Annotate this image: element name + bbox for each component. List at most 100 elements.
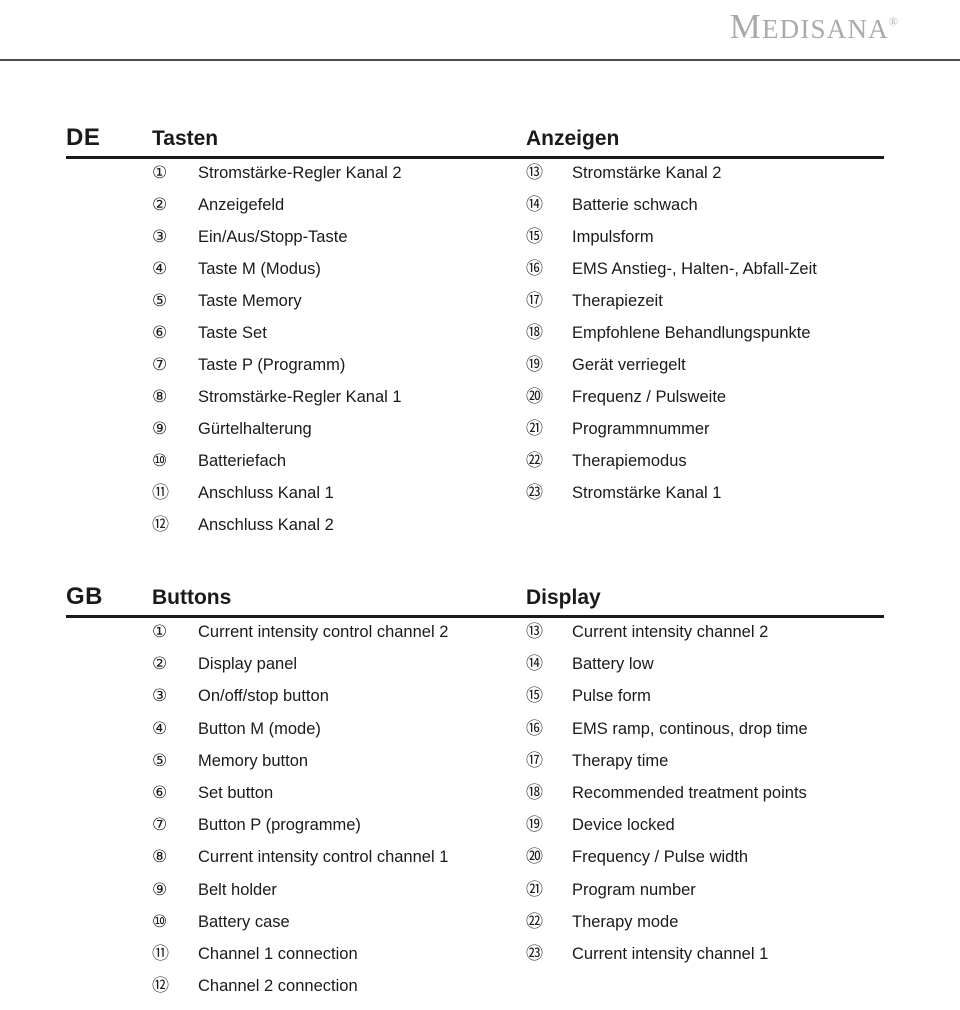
section-header-de: DE Tasten Anzeigen (0, 126, 960, 159)
legend-item-number: ⑲ (526, 815, 543, 836)
language-section-gb: GB Buttons Display ① Current intensity co… (0, 585, 960, 995)
legend-item-number: ⑬ (526, 163, 543, 183)
legend-item-label: On/off/stop button (198, 687, 329, 706)
legend-item-number: ⑱ (526, 323, 543, 343)
legend-item-number: ⑮ (526, 227, 543, 247)
legend-item-number: ② (152, 195, 168, 215)
legend-item-number: ⑮ (526, 686, 543, 707)
legend-item-number: ⑫ (152, 976, 169, 997)
legend-item-number: ㉒ (526, 911, 543, 932)
legend-item-number: ① (152, 163, 168, 183)
logo-initial: M (729, 7, 762, 46)
legend-item-label: Batteriefach (198, 452, 287, 470)
legend-item-label: Battery low (572, 655, 654, 674)
legend-item: ⑥ Set button (152, 783, 522, 817)
legend-item: ㉑ Programmnummer (526, 421, 906, 453)
legend-item: ⑤ Taste Memory (152, 293, 522, 325)
legend-item-label: Frequenz / Pulsweite (572, 388, 727, 406)
legend-item-number: ① (152, 622, 168, 642)
legend-item-number: ④ (152, 718, 168, 739)
legend-item-number: ⑦ (152, 815, 168, 836)
legend-item-label: Current intensity control channel 2 (198, 623, 449, 641)
legend-item-number: ⑧ (152, 847, 168, 868)
legend-item-label: Therapy time (572, 751, 669, 770)
legend-item: ㉒ Therapiemodus (526, 453, 906, 485)
logo-wordmark: EDISANA (761, 14, 889, 44)
legend-item: ① Current intensity control channel 2 (152, 624, 522, 656)
legend-item-label: Stromstärke-Regler Kanal 1 (198, 388, 402, 406)
legend-item: ⑯ EMS Anstieg-, Halten-, Abfall-Zeit (526, 261, 906, 293)
legend-item-label: Impulsform (572, 228, 654, 246)
legend-item-label: Display panel (198, 655, 298, 674)
legend-item-label: Empfohlene Behandlungspunkte (572, 324, 811, 342)
column-heading-buttons-gb: Buttons (152, 586, 232, 609)
legend-item-number: ⑰ (526, 750, 543, 771)
legend-item-label: Therapiemodus (572, 452, 687, 470)
legend-item-label: Anschluss Kanal 2 (198, 516, 334, 534)
legend-item: ③ Ein/Aus/Stopp-Taste (152, 229, 522, 261)
legend-item-label: Taste P (Programm) (198, 356, 346, 374)
legend-item: ⑫ Channel 2 connection (152, 978, 522, 1010)
legend-item-label: Device locked (572, 816, 675, 835)
legend-item-label: Set button (198, 783, 274, 802)
legend-item-label: EMS ramp, continous, drop time (572, 719, 808, 738)
legend-item: ⑲ Device locked (526, 817, 906, 849)
legend-item-number: ㉓ (526, 483, 543, 503)
legend-item-label: Therapiezeit (572, 292, 663, 310)
section-body-de: ① Stromstärke-Regler Kanal 2 ② Anzeigefeld ③… (0, 157, 960, 534)
legend-item-label: Battery case (198, 912, 290, 931)
header-divider (0, 59, 960, 61)
legend-item-label: Anzeigefeld (198, 196, 285, 214)
column-heading-display-de: Anzeigen (526, 127, 620, 150)
legend-item-number: ⑱ (526, 782, 543, 803)
legend-item-label: Ein/Aus/Stopp-Taste (198, 228, 348, 246)
legend-item: ⑫ Anschluss Kanal 2 (152, 517, 522, 549)
legend-column-display-gb: ⑬ Current intensity channel 2 ⑭ Battery low… (526, 624, 906, 978)
legend-item-label: Anschluss Kanal 1 (198, 484, 334, 502)
column-heading-buttons-de: Tasten (152, 127, 219, 150)
legend-item: ⑧ Stromstärke-Regler Kanal 1 (152, 389, 522, 421)
legend-item-number: ⑬ (526, 622, 543, 642)
legend-item: ④ Button M (mode) (152, 718, 522, 753)
legend-item-label: Taste M (Modus) (198, 260, 321, 278)
legend-item: ③ On/off/stop button (152, 688, 522, 720)
legend-item: ⑳ Frequency / Pulse width (526, 849, 906, 881)
legend-item-number: ④ (152, 259, 168, 279)
legend-item: ⑲ Gerät verriegelt (526, 357, 906, 389)
registered-trademark-icon: ® (888, 14, 898, 29)
legend-item-number: ⑪ (152, 943, 169, 964)
legend-item: ⑭ Batterie schwach (526, 197, 906, 229)
legend-item-label: Frequency / Pulse width (572, 848, 749, 867)
legend-item-number: ⑭ (526, 195, 543, 215)
legend-item: ㉒ Therapy mode (526, 911, 906, 946)
legend-item: ㉓ Stromstärke Kanal 1 (526, 485, 906, 517)
legend-item-label: Taste Memory (198, 292, 302, 310)
legend-item: ⑬ Current intensity channel 2 (526, 624, 906, 656)
legend-item-label: Taste Set (198, 324, 267, 342)
language-section-de: DE Tasten Anzeigen ① Stromstärke-Regler K… (0, 126, 960, 534)
legend-item-label: Therapy mode (572, 912, 679, 931)
legend-item-label: Gerät verriegelt (572, 356, 686, 374)
legend-item: ② Display panel (152, 656, 522, 688)
legend-item: ⑯ EMS ramp, continous, drop time (526, 719, 906, 753)
legend-item-label: Program number (572, 880, 696, 899)
legend-item-number: ⑦ (152, 355, 168, 375)
legend-item-label: Programmnummer (572, 420, 710, 438)
legend-item: ⑰ Therapiezeit (526, 293, 906, 325)
brand-header: MEDISANA® (0, 0, 960, 61)
legend-item: ⑮ Impulsform (526, 229, 906, 261)
legend-item: ⑱ Recommended treatment points (526, 782, 906, 817)
legend-item: ⑱ Empfohlene Behandlungspunkte (526, 325, 906, 357)
legend-item-number: ③ (152, 686, 168, 707)
legend-item: ⑰ Therapy time (526, 750, 906, 785)
legend-item-number: ⑨ (152, 879, 168, 900)
legend-column-buttons-de: ① Stromstärke-Regler Kanal 2 ② Anzeigefeld ③… (152, 165, 522, 549)
legend-item-label: Memory button (198, 751, 309, 770)
legend-item: ① Stromstärke-Regler Kanal 2 (152, 165, 522, 197)
legend-item-label: Recommended treatment points (572, 783, 807, 802)
legend-item-label: Stromstärke-Regler Kanal 2 (198, 164, 402, 182)
legend-item: ② Anzeigefeld (152, 197, 522, 229)
legend-item: ⑧ Current intensity control channel 1 (152, 849, 522, 881)
section-body-gb: ① Current intensity control channel 2 ② Dis… (0, 616, 960, 995)
legend-item: ④ Taste M (Modus) (152, 261, 522, 293)
